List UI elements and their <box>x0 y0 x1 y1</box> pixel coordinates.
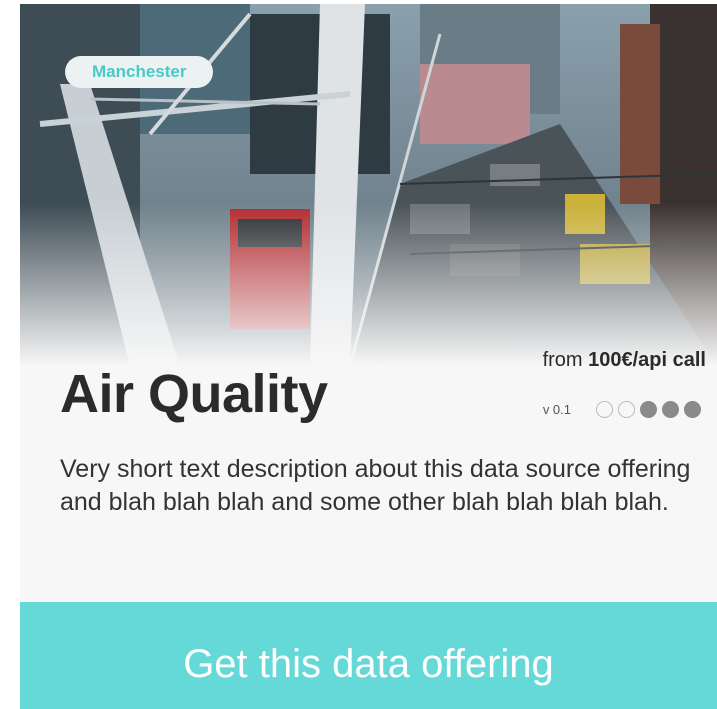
card-title: Air Quality <box>60 364 328 424</box>
price-prefix: from <box>542 349 589 371</box>
version-label: v 0.1 <box>542 402 571 417</box>
get-data-offering-button[interactable]: Get this data offering <box>20 602 717 709</box>
rating-dot-empty <box>596 401 613 418</box>
data-offering-card: Manchester from 100€/api call Air Qualit… <box>20 4 717 709</box>
card-description: Very short text description about this d… <box>60 455 691 516</box>
location-badge: Manchester <box>65 56 214 88</box>
rating-dot-empty <box>618 401 635 418</box>
version-rating-row: v 0.1 <box>543 401 701 418</box>
price-line: from 100€/api call <box>543 349 706 372</box>
rating-dot-filled <box>684 401 701 418</box>
price-value: 100€/api call <box>588 349 706 371</box>
rating-dot-filled <box>662 401 679 418</box>
hero-image: Manchester <box>20 4 717 366</box>
rating-dot-filled <box>640 401 657 418</box>
